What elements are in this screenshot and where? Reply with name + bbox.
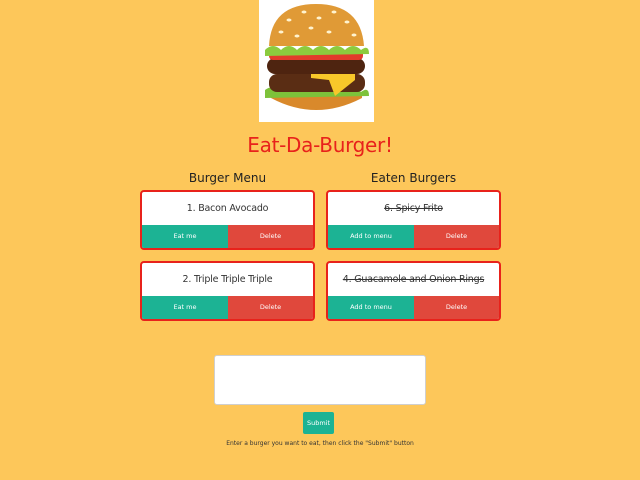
eaten-burger-card: 6. Spicy Frito Add to menu Delete	[326, 190, 501, 250]
eaten-burger-card: 4. Guacamole and Onion Rings Add to menu…	[326, 261, 501, 321]
page: Eat-Da-Burger! Burger Menu Eaten Burgers…	[0, 0, 640, 480]
menu-burger-card: 1. Bacon Avocado Eat me Delete	[140, 190, 315, 250]
delete-button[interactable]: Delete	[414, 225, 499, 248]
burger-name: 4. Guacamole and Onion Rings	[342, 274, 485, 285]
delete-button[interactable]: Delete	[228, 225, 313, 248]
burger-name: 6. Spicy Frito	[384, 203, 443, 214]
burger-name: 1. Bacon Avocado	[186, 203, 269, 214]
eat-me-button[interactable]: Eat me	[142, 225, 228, 248]
delete-button[interactable]: Delete	[414, 296, 499, 319]
eaten-heading: Eaten Burgers	[370, 171, 457, 185]
menu-heading: Burger Menu	[188, 171, 267, 185]
instruction-text: Enter a burger you want to eat, then cli…	[226, 440, 414, 447]
burger-image	[259, 0, 374, 122]
burger-name-input[interactable]	[214, 355, 426, 405]
delete-button[interactable]: Delete	[228, 296, 313, 319]
add-to-menu-button[interactable]: Add to menu	[328, 225, 414, 248]
burger-icon	[259, 0, 374, 122]
add-to-menu-button[interactable]: Add to menu	[328, 296, 414, 319]
burger-name: 2. Triple Triple Triple	[182, 274, 273, 285]
eat-me-button[interactable]: Eat me	[142, 296, 228, 319]
page-title: Eat-Da-Burger!	[247, 133, 393, 157]
submit-button[interactable]: Submit	[303, 412, 334, 434]
menu-burger-card: 2. Triple Triple Triple Eat me Delete	[140, 261, 315, 321]
